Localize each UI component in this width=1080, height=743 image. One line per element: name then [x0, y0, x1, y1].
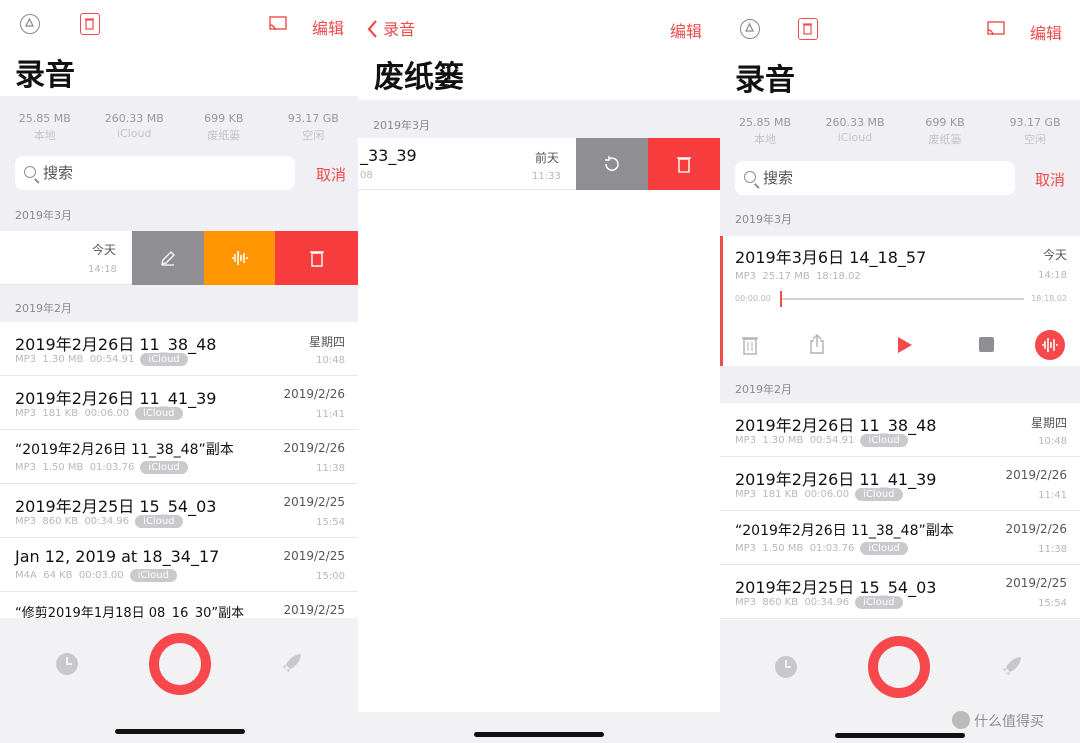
- trash-icon[interactable]: [80, 13, 100, 35]
- icloud-badge: iCloud: [860, 542, 908, 555]
- home-indicator: [835, 733, 965, 738]
- list-item[interactable]: 2019年2月25日 15_54_03 MP3 860 KB 00:34.96 i…: [720, 565, 1080, 619]
- icloud-badge: iCloud: [140, 461, 188, 474]
- restore-button[interactable]: [576, 138, 648, 190]
- recording-meta: MP3 25.17 MB 18:18.02: [735, 271, 861, 282]
- list-item[interactable]: 2019年2月26日 11_41_39 MP3 181 KB 00:06.00 i…: [720, 457, 1080, 511]
- stop-icon[interactable]: [979, 337, 994, 352]
- settings-icon[interactable]: [740, 19, 760, 39]
- page-title: 录音: [735, 63, 795, 98]
- home-indicator: [474, 732, 604, 737]
- cast-icon[interactable]: [268, 15, 288, 37]
- home-indicator: [115, 729, 245, 734]
- delete-button[interactable]: [275, 231, 358, 285]
- cancel-button[interactable]: 取消: [1035, 169, 1065, 190]
- watermark: 什么值得买: [952, 711, 1044, 731]
- waveform-icon: [231, 251, 248, 265]
- page-title: 录音: [15, 58, 75, 93]
- icloud-badge: iCloud: [135, 515, 183, 528]
- position-start: 00:00.00: [735, 294, 771, 303]
- edit-button[interactable]: 编辑: [1030, 20, 1062, 44]
- list-item[interactable]: Jan 12, 2019 at 18_34_17 M4A 64 KB 00:03…: [0, 538, 358, 592]
- tab-bar: 什么值得买: [720, 620, 1080, 743]
- section-header-feb: 2019年2月: [0, 285, 358, 322]
- list-item[interactable]: 2019年2月25日 15_54_03 MP3 860 KB 00:34.96 i…: [0, 484, 358, 538]
- list-item[interactable]: “2019年2月26日 11_38_48”副本 MP3 1.50 MB 01:0…: [0, 430, 358, 484]
- icloud-badge: iCloud: [855, 596, 903, 609]
- bottom-bar: [358, 712, 720, 743]
- tab-bar: [0, 618, 358, 743]
- rocket-icon[interactable]: [1000, 654, 1024, 678]
- top-bar: 编辑: [0, 0, 358, 50]
- cast-icon[interactable]: [986, 20, 1006, 42]
- section-header-march: 2019年3月: [0, 207, 358, 231]
- trash-icon[interactable]: [798, 18, 818, 40]
- trash-icon: [309, 251, 324, 267]
- play-icon[interactable]: [896, 335, 914, 355]
- clock-icon[interactable]: [56, 653, 78, 675]
- icloud-badge: iCloud: [860, 434, 908, 447]
- search-input[interactable]: 搜索: [735, 161, 1015, 195]
- recordings-screen-left: 编辑 录音 25.85 MB 本地 260.33 MB iCloud 699 KB 废…: [0, 0, 358, 743]
- search-input[interactable]: 搜索: [15, 156, 295, 190]
- top-bar: 编辑: [720, 0, 1080, 50]
- nav-bar: 录音 编辑: [358, 0, 720, 50]
- edit-button[interactable]: 编辑: [312, 15, 344, 39]
- trash-icon[interactable]: [741, 334, 759, 356]
- list-item[interactable]: “2019年2月26日 11_38_48”副本 MP3 1.50 MB 01:0…: [720, 511, 1080, 565]
- trash-screen: 录音 编辑 废纸篓 2019年3月 _33_39 08 前天 11:33: [358, 0, 720, 743]
- icloud-badge: iCloud: [855, 488, 903, 501]
- cancel-button[interactable]: 取消: [316, 164, 346, 185]
- recordings-screen-right: 编辑 录音 25.85 MB 本地 260.33 MB iCloud 699 KB 废…: [720, 0, 1080, 743]
- waveform-button[interactable]: [204, 231, 275, 285]
- recording-title: 2019年3月6日 14_18_57: [735, 248, 927, 267]
- position-end: 18:18.02: [1031, 294, 1067, 303]
- list-item[interactable]: 2019年2月26日 11_38_48 MP3 1.30 MB 00:54.91…: [720, 403, 1080, 457]
- section-header: 2019年3月: [358, 100, 720, 138]
- search-icon: [744, 171, 756, 183]
- delete-button[interactable]: [648, 138, 720, 190]
- trash-icon: [677, 157, 691, 173]
- list-item[interactable]: 2019年2月26日 11_38_48 MP3 1.30 MB 00:54.91…: [0, 322, 358, 376]
- pencil-icon: [161, 251, 175, 266]
- expanded-recording[interactable]: 2019年3月6日 14_18_57 MP3 25.17 MB 18:18.02…: [720, 236, 1080, 366]
- icloud-badge: iCloud: [135, 407, 183, 420]
- playhead[interactable]: [780, 291, 782, 307]
- section-header-feb: 2019年2月: [720, 366, 1080, 403]
- record-button[interactable]: [868, 636, 930, 698]
- share-icon[interactable]: [808, 333, 826, 355]
- waveform-icon: [1042, 338, 1058, 352]
- search-icon: [24, 166, 36, 178]
- settings-icon[interactable]: [20, 14, 40, 34]
- rename-button[interactable]: [132, 231, 204, 285]
- watermark-logo-icon: [952, 711, 970, 729]
- icloud-badge: iCloud: [129, 569, 177, 582]
- section-header-march: 2019年3月: [720, 211, 1080, 236]
- edit-button[interactable]: 编辑: [670, 18, 702, 42]
- playback-slider[interactable]: [780, 291, 1024, 307]
- clock-icon[interactable]: [775, 656, 797, 678]
- restore-icon: [605, 156, 619, 171]
- rocket-icon[interactable]: [280, 651, 304, 675]
- list-item[interactable]: 2019年2月26日 11_41_39 MP3 181 KB 00:06.00 i…: [0, 376, 358, 430]
- chevron-left-icon: [367, 20, 377, 38]
- icloud-badge: iCloud: [140, 353, 188, 366]
- record-button[interactable]: [149, 633, 211, 695]
- back-button[interactable]: 录音: [366, 16, 415, 40]
- waveform-button[interactable]: [1035, 330, 1065, 360]
- page-title: 废纸篓: [374, 60, 464, 95]
